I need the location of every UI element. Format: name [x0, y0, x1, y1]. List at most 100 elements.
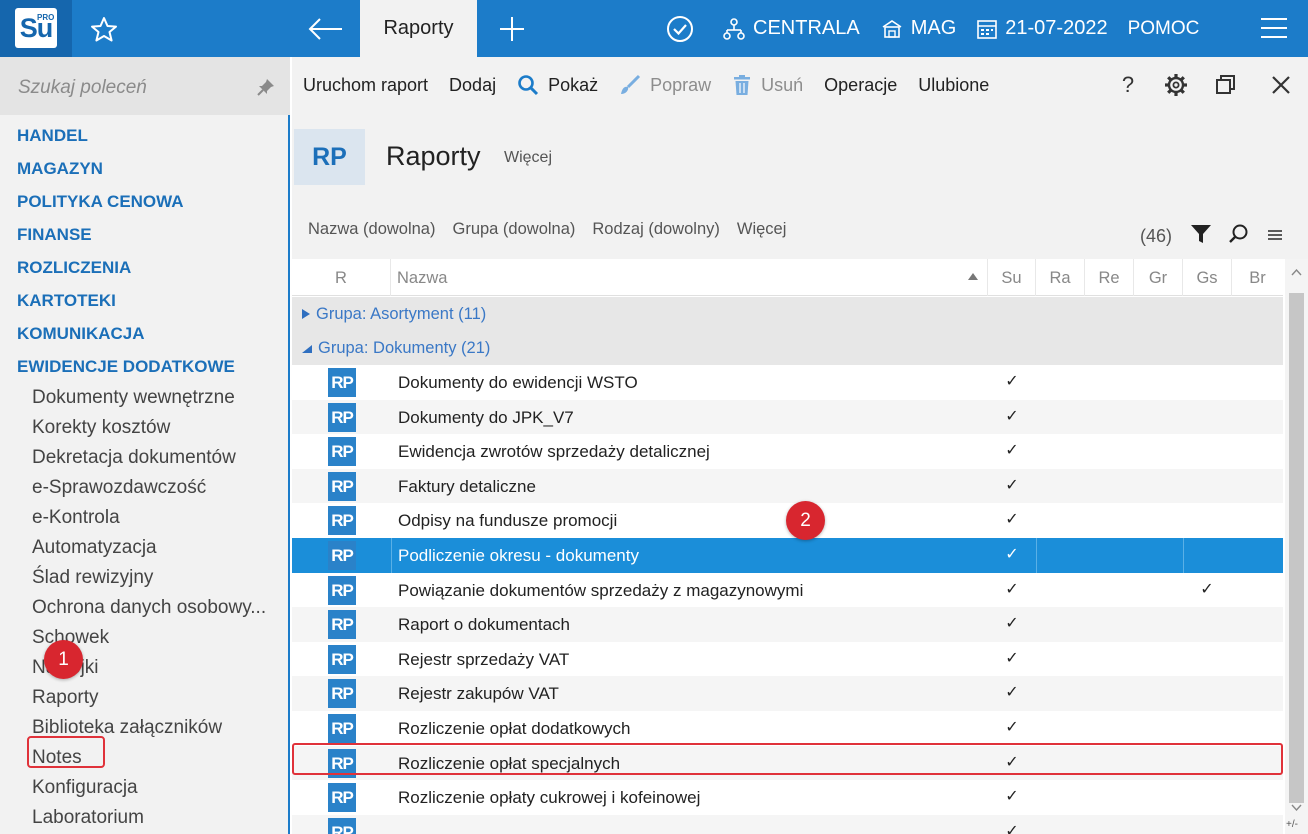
vertical-scrollbar[interactable] — [1285, 259, 1308, 834]
su-check-icon: ✓ — [1005, 718, 1019, 736]
table-row[interactable]: RP Dokumenty do JPK_V7 ✓ — [292, 399, 1283, 435]
sidebar-item-laboratorium[interactable]: Laboratorium — [0, 803, 288, 833]
table-row[interactable]: RP ✓ — [292, 814, 1283, 834]
centrala-label: CENTRALA — [753, 17, 860, 39]
delete-button[interactable]: Usuń — [732, 74, 803, 96]
scrollbar-thumb[interactable] — [1289, 293, 1304, 803]
cell-separator — [1036, 537, 1037, 573]
sidebar-item-dekretacja-dokumentow[interactable]: Dekretacja dokumentów — [0, 443, 288, 473]
su-check-icon: ✓ — [1005, 649, 1019, 667]
sidebar-category-kartoteki[interactable]: KARTOTEKI — [0, 284, 288, 317]
warehouse-icon — [882, 19, 902, 38]
step-badge-2: 2 — [786, 501, 825, 540]
table-row[interactable]: RP Rozliczenie opłat dodatkowych ✓ — [292, 711, 1283, 746]
column-header-br[interactable]: Br — [1232, 259, 1283, 296]
column-header-gr[interactable]: Gr — [1134, 259, 1183, 296]
trash-icon — [734, 75, 751, 95]
filter-name[interactable]: Nazwa (dowolna) — [308, 220, 435, 239]
column-header-re[interactable]: Re — [1085, 259, 1134, 296]
new-tab-plus-icon[interactable] — [492, 11, 532, 47]
cell-separator — [391, 537, 392, 573]
sidebar-category-rozliczenia[interactable]: ROZLICZENIA — [0, 251, 288, 284]
search-grid-icon[interactable] — [1227, 222, 1251, 246]
tab-raporty[interactable]: Raporty — [360, 0, 477, 57]
header-more-link[interactable]: Więcej — [504, 149, 552, 167]
group-row-asortyment[interactable]: Grupa: Asortyment (11) — [292, 297, 1283, 331]
filter-kind[interactable]: Rodzaj (dowolny) — [592, 220, 719, 239]
command-search[interactable]: Szukaj poleceń — [0, 57, 290, 115]
show-button[interactable]: Pokaż — [517, 74, 598, 96]
run-report-button[interactable]: Uruchom raport — [303, 75, 428, 96]
collapse-triangle-icon[interactable] — [302, 331, 312, 365]
pin-icon[interactable] — [256, 77, 276, 97]
help-button[interactable]: ? — [1112, 69, 1144, 101]
date-label: 21-07-2022 — [1005, 17, 1108, 39]
sidebar-item-schowek[interactable]: Schowek — [0, 623, 288, 653]
operations-button[interactable]: Operacje — [824, 75, 897, 96]
filter-funnel-icon[interactable] — [1189, 222, 1213, 246]
report-name: Powiązanie dokumentów sprzedaży z magazy… — [398, 580, 804, 600]
mag-button[interactable]: MAG — [880, 17, 956, 41]
favorite-star-icon[interactable] — [86, 12, 122, 46]
column-header-ra[interactable]: Ra — [1036, 259, 1085, 296]
search-input[interactable]: Szukaj poleceń — [18, 77, 147, 99]
status-check[interactable] — [665, 14, 702, 44]
column-header-su[interactable]: Su — [988, 259, 1036, 296]
table-row-selected[interactable]: RP Podliczenie okresu - dokumenty ✓ — [292, 537, 1283, 573]
filter-bar: Nazwa (dowolna) Grupa (dowolna) Rodzaj (… — [308, 220, 803, 239]
report-rp-icon: RP — [328, 575, 356, 605]
gs-check-icon: ✓ — [1200, 580, 1214, 598]
group-row-dokumenty[interactable]: Grupa: Dokumenty (21) — [292, 331, 1283, 365]
sidebar-category-magazyn[interactable]: MAGAZYN — [0, 152, 288, 185]
favorites-button[interactable]: Ulubione — [918, 75, 989, 96]
hamburger-menu-icon[interactable] — [1259, 15, 1289, 41]
back-arrow-icon[interactable] — [300, 11, 350, 47]
scroll-down-icon[interactable] — [1291, 804, 1302, 811]
sidebar-item-ochrona-danych[interactable]: Ochrona danych osobowy... — [0, 593, 288, 623]
sidebar-item-automatyzacja[interactable]: Automatyzacja — [0, 533, 288, 563]
reports-grid: R Nazwa Su Ra Re Gr Gs Br Grupa: Asortym… — [292, 259, 1308, 834]
sidebar-item-dokumenty-wewnetrzne[interactable]: Dokumenty wewnętrzne — [0, 383, 288, 413]
table-row[interactable]: RP Rozliczenie opłaty cukrowej i kofeinow… — [292, 780, 1283, 815]
centrala-button[interactable]: CENTRALA — [722, 17, 860, 41]
add-button[interactable]: Dodaj — [449, 75, 496, 96]
sidebar-category-polityka-cenowa[interactable]: POLITYKA CENOWA — [0, 185, 288, 218]
gear-icon[interactable] — [1160, 69, 1192, 101]
scroll-up-icon[interactable] — [1291, 269, 1302, 276]
column-header-gs[interactable]: Gs — [1183, 259, 1232, 296]
table-row[interactable]: RP Ewidencja zwrotów sprzedaży detaliczne… — [292, 434, 1283, 469]
sidebar-item-slad-rewizyjny[interactable]: Ślad rewizyjny — [0, 563, 288, 593]
sidebar-category-ewidencje-dodatkowe[interactable]: EWIDENCJE DODATKOWE — [0, 350, 288, 383]
sidebar-category-handel[interactable]: HANDEL — [0, 119, 288, 152]
date-button[interactable]: 21-07-2022 — [976, 17, 1108, 40]
filter-more[interactable]: Więcej — [737, 220, 787, 239]
table-row[interactable]: RP Raport o dokumentach ✓ — [292, 607, 1283, 642]
restore-window-icon[interactable] — [1210, 69, 1242, 101]
table-row[interactable]: RP Rejestr zakupów VAT ✓ — [292, 676, 1283, 711]
sidebar-item-korekty-kosztow[interactable]: Korekty kosztów — [0, 413, 288, 443]
table-row[interactable]: RP Rejestr sprzedaży VAT ✓ — [292, 642, 1283, 677]
expand-triangle-icon[interactable] — [302, 297, 310, 331]
filter-group[interactable]: Grupa (dowolna) — [452, 220, 575, 239]
app-logo[interactable]: Su PRO — [0, 0, 72, 57]
close-icon[interactable] — [1265, 69, 1297, 101]
report-rp-icon: RP — [328, 679, 356, 709]
table-row[interactable]: RP Faktury detaliczne ✓ — [292, 468, 1283, 504]
column-header-r[interactable]: R — [292, 259, 391, 296]
report-name: Dokumenty do JPK_V7 — [398, 407, 574, 427]
sidebar-category-komunikacja[interactable]: KOMUNIKACJA — [0, 317, 288, 350]
table-row[interactable]: RP Dokumenty do ewidencji WSTO ✓ — [292, 365, 1283, 400]
sidebar-item-e-kontrola[interactable]: e-Kontrola — [0, 503, 288, 533]
help-menu[interactable]: POMOC — [1128, 18, 1200, 40]
sidebar-item-konfiguracja[interactable]: Konfiguracja — [0, 773, 288, 803]
expand-collapse-toggle[interactable]: +/- — [1286, 819, 1298, 830]
table-row[interactable]: RP Powiązanie dokumentów sprzedaży z maga… — [292, 573, 1283, 608]
report-rp-icon: RP — [328, 713, 356, 743]
sidebar-item-raporty[interactable]: Raporty — [0, 683, 288, 713]
edit-button[interactable]: Popraw — [619, 74, 711, 96]
sidebar-item-e-sprawozdawczosc[interactable]: e-Sprawozdawczość — [0, 473, 288, 503]
sidebar-category-finanse[interactable]: FINANSE — [0, 218, 288, 251]
list-menu-icon[interactable] — [1265, 225, 1285, 245]
column-header-nazwa[interactable]: Nazwa — [391, 259, 988, 296]
top-right-area: CENTRALA MAG 21-07-2022 POMOC — [665, 0, 1227, 57]
